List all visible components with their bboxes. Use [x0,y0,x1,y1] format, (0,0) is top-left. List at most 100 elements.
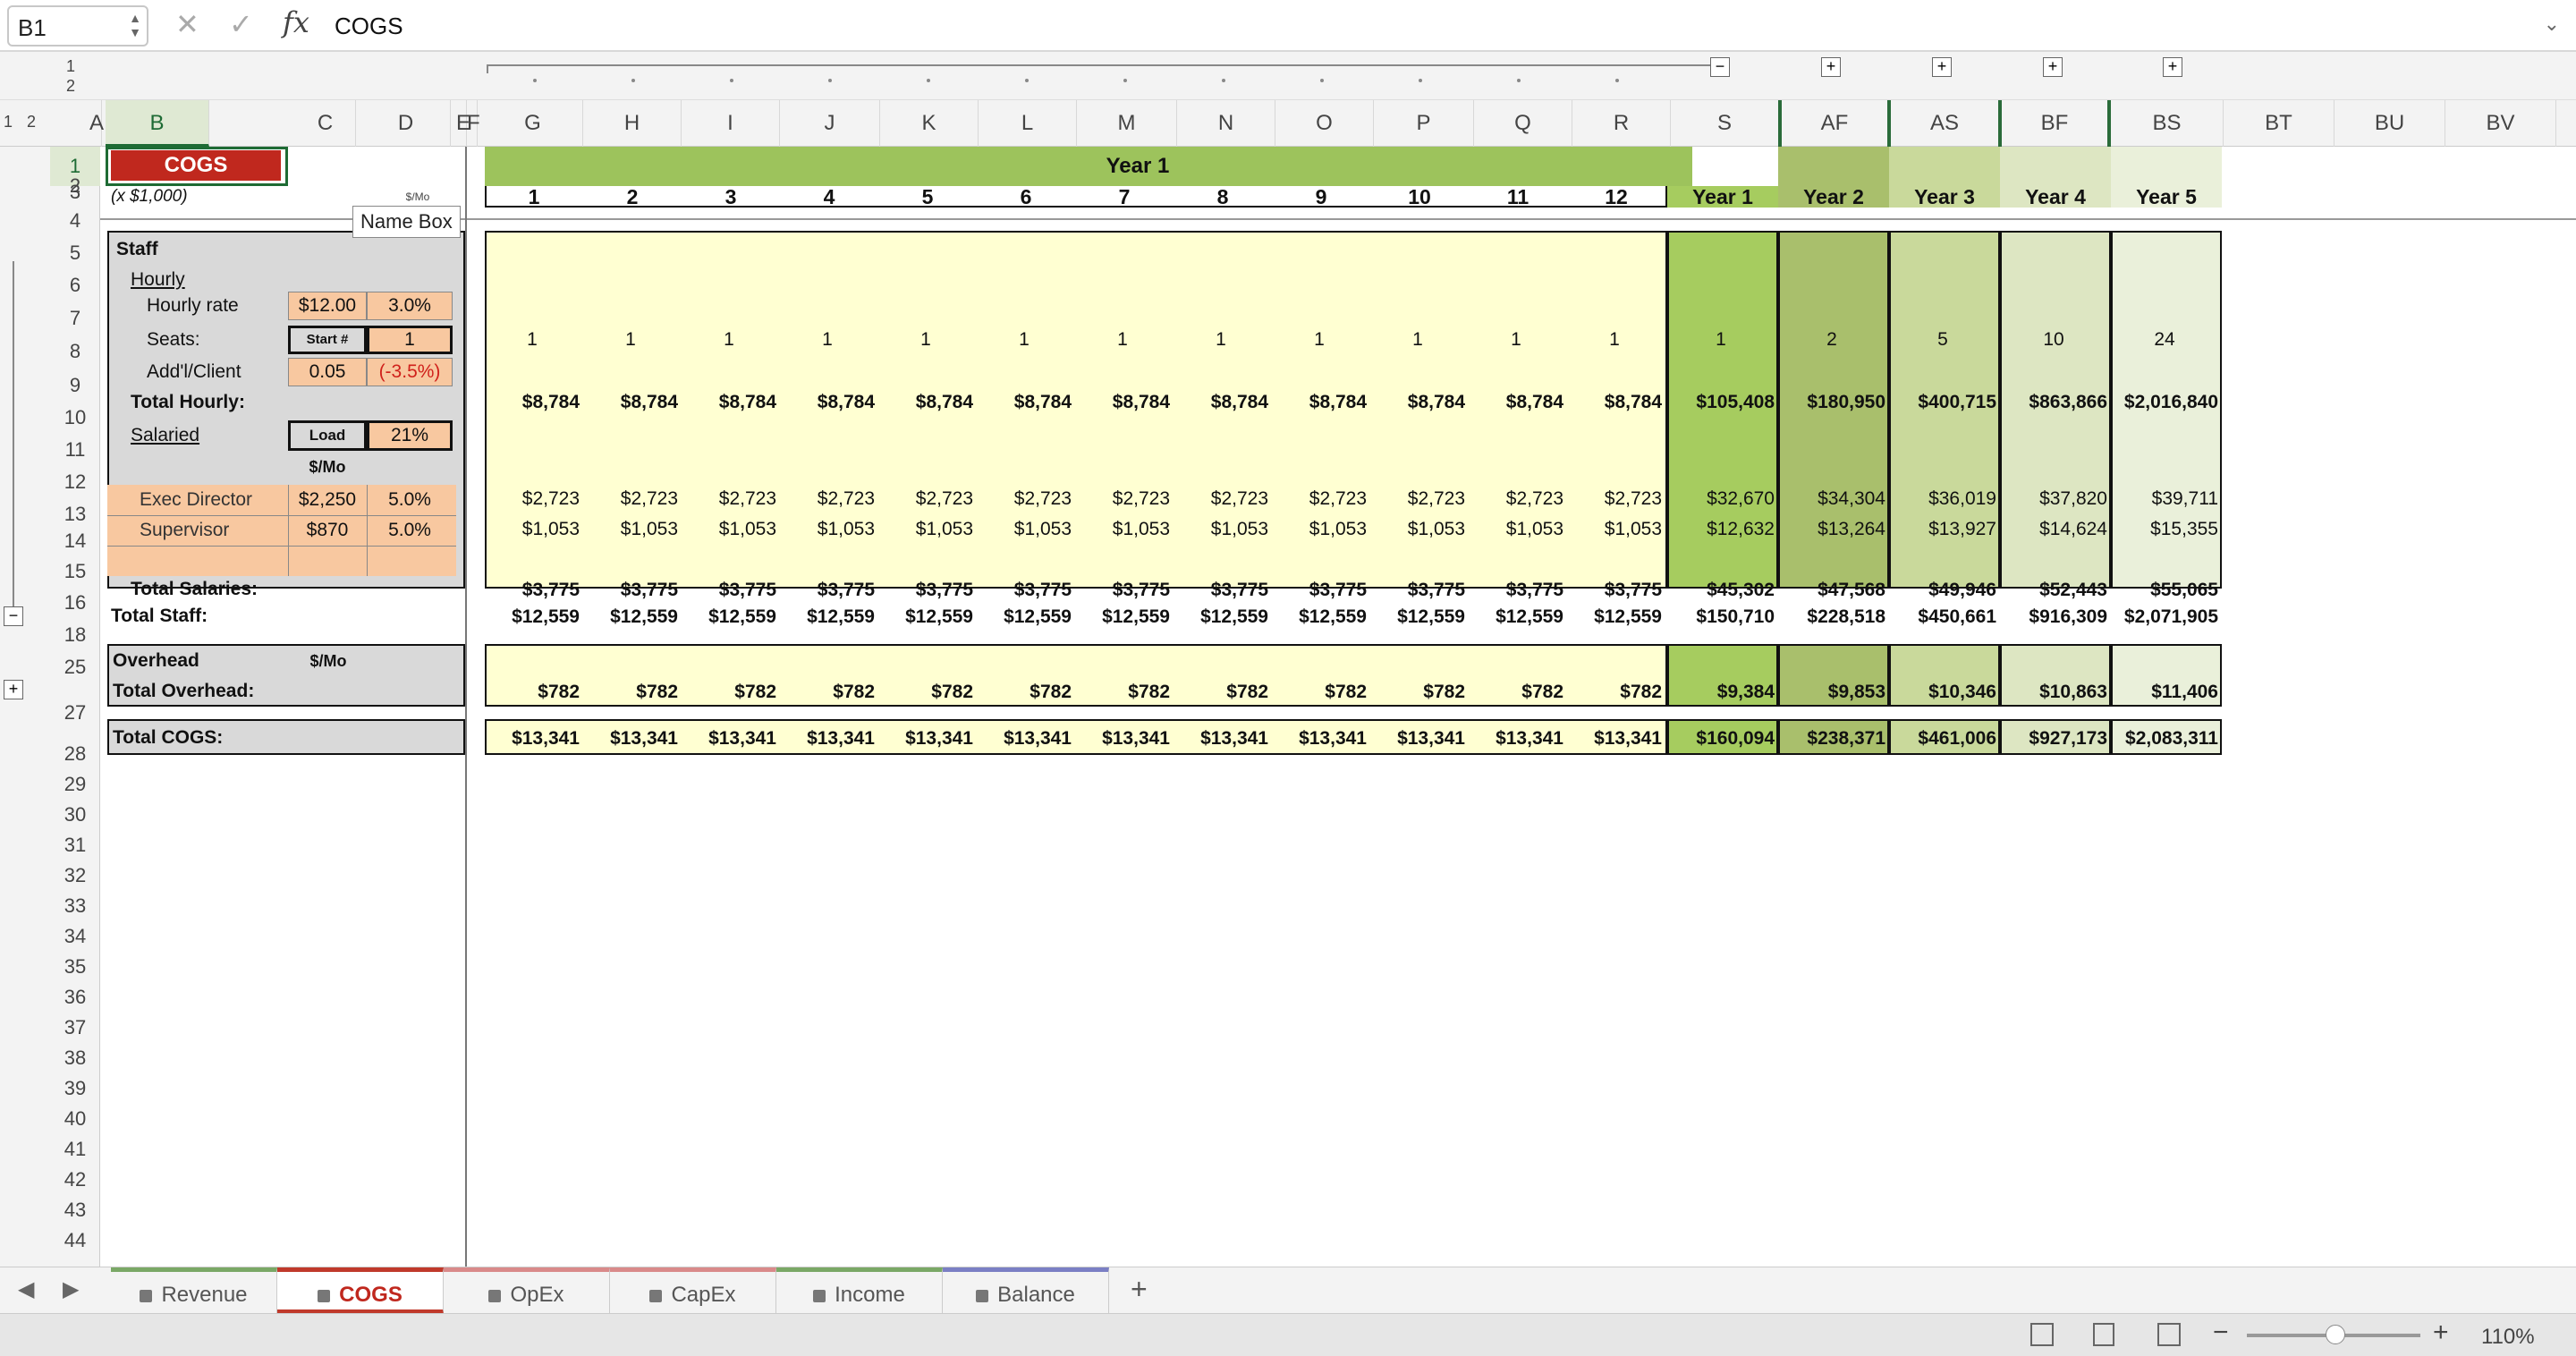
exec-month-cell[interactable]: $2,723 [977,485,1072,513]
total-hourly-month-cell[interactable]: $8,784 [1469,388,1563,417]
column-letter-j[interactable]: J [780,100,880,147]
total-cogs-month-cell[interactable]: $13,341 [977,725,1072,753]
addl-value[interactable]: 0.05 [288,358,367,386]
column-letter-p[interactable]: P [1374,100,1474,147]
row-outline-level-2[interactable]: 2 [27,113,36,131]
total-salaries-month-cell[interactable]: $3,775 [977,576,1072,605]
expand-group-icon[interactable]: + [2043,57,2063,77]
total-salaries-month-cell[interactable]: $3,775 [1567,576,1662,605]
column-letter-e[interactable]: E [456,100,470,147]
column-letter-k[interactable]: K [880,100,979,147]
total-salaries-month-cell[interactable]: $3,775 [1370,576,1465,605]
total-overhead-month-cell[interactable]: $782 [1075,678,1170,707]
total-salaries-month-cell[interactable]: $3,775 [682,576,776,605]
page-break-icon[interactable] [2157,1323,2181,1346]
total-overhead-month-cell[interactable]: $782 [1174,678,1268,707]
row-number-27[interactable]: 27 [50,698,100,728]
sup-year-cell[interactable]: $15,355 [2111,515,2218,544]
total-cogs-month-cell[interactable]: $13,341 [583,725,678,753]
sup-month-cell[interactable]: $1,053 [1272,515,1367,544]
normal-view-icon[interactable] [2030,1323,2054,1346]
exec-month-cell[interactable]: $2,723 [1174,485,1268,513]
name-box[interactable]: B1 ▲ ▼ [7,5,148,47]
column-letter-q[interactable]: Q [1474,100,1572,147]
collapse-group-icon[interactable]: − [1710,57,1730,77]
row-number-36[interactable]: 36 [50,982,100,1013]
prev-sheet-icon[interactable]: ◀ [18,1276,34,1302]
total-staff-month-cell[interactable]: $12,559 [780,603,875,631]
column-letter-i[interactable]: I [682,100,780,147]
total-overhead-month-cell[interactable]: $782 [682,678,776,707]
row-number-18[interactable]: 18 [50,619,100,651]
total-cogs-month-cell[interactable]: $13,341 [1075,725,1170,753]
spreadsheet-grid[interactable]: COGS (x $1,000) $/Mo Staff Hourly Hourly rate… [100,147,2576,1267]
row-number-15[interactable]: 15 [50,556,100,587]
enter-icon[interactable]: ✓ [229,7,253,41]
total-overhead-month-cell[interactable]: $782 [1469,678,1563,707]
total-cogs-month-cell[interactable]: $13,341 [1272,725,1367,753]
total-cogs-month-cell[interactable]: $13,341 [1370,725,1465,753]
exec-year-cell[interactable]: $36,019 [1889,485,1996,513]
exec-year-cell[interactable]: $32,670 [1667,485,1775,513]
total-cogs-month-cell[interactable]: $13,341 [1174,725,1268,753]
hourly-rate-value[interactable]: $12.00 [288,292,367,320]
sup-month-cell[interactable]: $1,053 [682,515,776,544]
column-letter-b[interactable]: B [106,100,209,147]
total-staff-month-cell[interactable]: $12,559 [583,603,678,631]
total-salaries-month-cell[interactable]: $3,775 [780,576,875,605]
total-hourly-month-cell[interactable]: $8,784 [780,388,875,417]
expand-group-icon[interactable]: + [1821,57,1841,77]
sup-month-cell[interactable]: $1,053 [878,515,973,544]
seats-year-cell[interactable]: 2 [1778,326,1885,354]
total-hourly-month-cell[interactable]: $8,784 [1075,388,1170,417]
tab-revenue[interactable]: Revenue [111,1267,277,1314]
row-number-31[interactable]: 31 [50,830,100,860]
row-number-11[interactable]: 11 [50,435,100,465]
row-number-35[interactable]: 35 [50,952,100,982]
seats-month-cell[interactable]: 1 [977,326,1072,354]
total-staff-month-cell[interactable]: $12,559 [1272,603,1367,631]
addl-pct[interactable]: (-3.5%) [367,358,453,386]
row-number-28[interactable]: 28 [50,739,100,769]
seats-year-cell[interactable]: 5 [1889,326,1996,354]
seats-start-value[interactable]: 1 [367,326,453,354]
collapse-row-group-icon[interactable]: − [4,606,23,626]
seats-month-cell[interactable]: 1 [1469,326,1563,354]
next-sheet-icon[interactable]: ▶ [63,1276,79,1302]
total-staff-month-cell[interactable]: $12,559 [1567,603,1662,631]
total-staff-month-cell[interactable]: $12,559 [682,603,776,631]
total-salaries-year-cell[interactable]: $47,568 [1778,576,1885,605]
sup-month-cell[interactable]: $1,053 [1174,515,1268,544]
row-number-32[interactable]: 32 [50,860,100,891]
exec-month-cell[interactable]: $2,723 [485,485,580,513]
total-salaries-month-cell[interactable]: $3,775 [583,576,678,605]
column-letter-g[interactable]: G [483,100,583,147]
total-salaries-month-cell[interactable]: $3,775 [878,576,973,605]
seats-month-cell[interactable]: 1 [878,326,973,354]
formula-input[interactable]: COGS [335,13,403,40]
exec-year-cell[interactable]: $37,820 [2000,485,2107,513]
sup-month-cell[interactable]: $1,053 [485,515,580,544]
total-cogs-month-cell[interactable]: $13,341 [878,725,973,753]
sup-month-cell[interactable]: $1,053 [1370,515,1465,544]
column-letter-r[interactable]: R [1572,100,1671,147]
row-number-25[interactable]: 25 [50,651,100,683]
exec-month-cell[interactable]: $2,723 [780,485,875,513]
seats-month-cell[interactable]: 1 [682,326,776,354]
tab-capex[interactable]: CapEx [610,1267,776,1314]
sup-month-cell[interactable]: $1,053 [1469,515,1563,544]
total-overhead-month-cell[interactable]: $782 [1567,678,1662,707]
exec-month-cell[interactable]: $2,723 [1567,485,1662,513]
expand-group-icon[interactable]: + [2163,57,2182,77]
column-letter-o[interactable]: O [1275,100,1374,147]
row-number-38[interactable]: 38 [50,1043,100,1073]
row-number-40[interactable]: 40 [50,1104,100,1134]
sup-month-cell[interactable]: $1,053 [780,515,875,544]
name-box-stepper-icon[interactable]: ▲ ▼ [129,11,141,39]
hourly-rate-pct[interactable]: 3.0% [367,292,453,320]
total-hourly-month-cell[interactable]: $8,784 [583,388,678,417]
seats-month-cell[interactable]: 1 [1075,326,1170,354]
total-hourly-year-cell[interactable]: $180,950 [1778,388,1885,417]
exec-month-cell[interactable]: $2,723 [1370,485,1465,513]
row-number-39[interactable]: 39 [50,1073,100,1104]
